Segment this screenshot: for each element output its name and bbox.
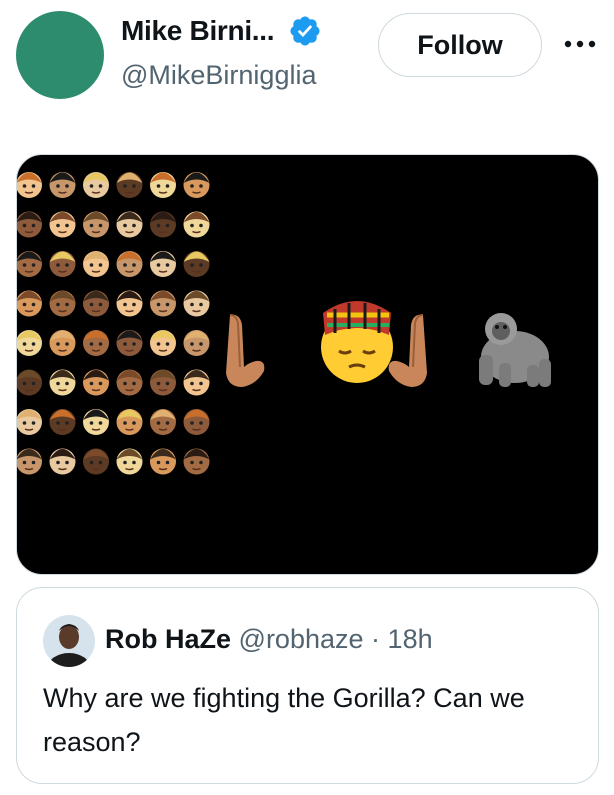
person-emoji-icon — [150, 251, 176, 277]
quoted-display-name[interactable]: Rob HaZe — [105, 624, 231, 654]
more-options-icon[interactable] — [562, 24, 598, 64]
raised-back-of-hand-right-icon — [388, 314, 427, 387]
author-display-name[interactable]: Mike Birni... — [121, 15, 275, 47]
person-emoji-icon — [150, 330, 176, 356]
person-emoji-icon — [150, 211, 176, 238]
person-emoji-icon — [17, 211, 42, 238]
person-emoji-icon — [116, 251, 143, 277]
person-emoji-icon — [150, 409, 176, 435]
verified-badge-icon[interactable] — [288, 14, 322, 48]
raised-back-of-hand-left-icon — [226, 314, 265, 387]
person-emoji-icon — [83, 290, 109, 317]
quoted-author-avatar[interactable] — [43, 615, 95, 667]
person-emoji-icon — [116, 211, 143, 238]
person-emoji-icon — [17, 448, 42, 475]
person-emoji-icon — [17, 251, 42, 277]
person-emoji-icon — [183, 251, 210, 277]
person-emoji-icon — [49, 330, 76, 356]
person-emoji-icon — [183, 369, 210, 396]
quoted-tweet-text: Why are we fighting the Gorilla? Can we … — [43, 683, 525, 757]
person-emoji-icon — [49, 251, 76, 277]
person-emoji-icon — [150, 290, 176, 317]
person-emoji-icon — [183, 172, 210, 198]
person-emoji-icon — [17, 330, 42, 356]
person-emoji-icon — [17, 369, 42, 396]
emoji-faces-grid — [17, 172, 210, 475]
person-emoji-icon — [17, 409, 42, 435]
person-emoji-icon — [49, 172, 76, 198]
person-emoji-icon — [116, 448, 143, 475]
person-emoji-icon — [116, 369, 143, 396]
quoted-tweet-card[interactable]: Rob HaZe @robhaze · 18h Why are we fight… — [16, 587, 599, 784]
person-emoji-icon — [49, 290, 76, 317]
person-emoji-icon — [49, 211, 76, 238]
person-emoji-icon — [183, 290, 210, 317]
person-emoji-icon — [49, 448, 76, 475]
person-emoji-icon — [183, 448, 210, 475]
quoted-handle[interactable]: @robhaze — [239, 624, 364, 654]
person-emoji-icon — [183, 409, 210, 435]
person-emoji-icon — [17, 290, 42, 317]
gorilla-icon — [479, 313, 551, 387]
person-emoji-icon — [150, 172, 176, 198]
pensive-face-kente-hat-icon — [321, 301, 393, 383]
person-emoji-icon — [116, 290, 143, 317]
author-name-row: Mike Birni... — [121, 14, 322, 48]
tweet-media-image[interactable] — [16, 154, 599, 575]
person-emoji-icon — [116, 172, 143, 198]
meta-separator: · — [371, 624, 381, 654]
person-emoji-icon — [83, 448, 109, 475]
person-emoji-icon — [83, 330, 109, 356]
follow-button[interactable]: Follow — [378, 13, 542, 77]
person-emoji-icon — [49, 369, 76, 396]
author-handle[interactable]: @MikeBirnigglia — [121, 60, 316, 91]
person-emoji-icon — [150, 369, 176, 396]
person-emoji-icon — [83, 369, 109, 396]
person-emoji-icon — [83, 409, 109, 435]
author-avatar[interactable] — [16, 11, 104, 99]
person-emoji-icon — [150, 448, 176, 475]
person-emoji-icon — [83, 172, 109, 198]
quoted-timestamp[interactable]: 18h — [388, 624, 433, 654]
person-emoji-icon — [116, 330, 143, 356]
person-emoji-icon — [83, 211, 109, 238]
quoted-tweet-meta: Rob HaZe @robhaze · 18h — [105, 624, 433, 655]
person-emoji-icon — [183, 211, 210, 238]
person-emoji-icon — [17, 172, 42, 198]
person-emoji-icon — [116, 409, 143, 435]
person-emoji-icon — [183, 330, 210, 356]
person-emoji-icon — [83, 251, 109, 277]
person-emoji-icon — [49, 409, 76, 435]
